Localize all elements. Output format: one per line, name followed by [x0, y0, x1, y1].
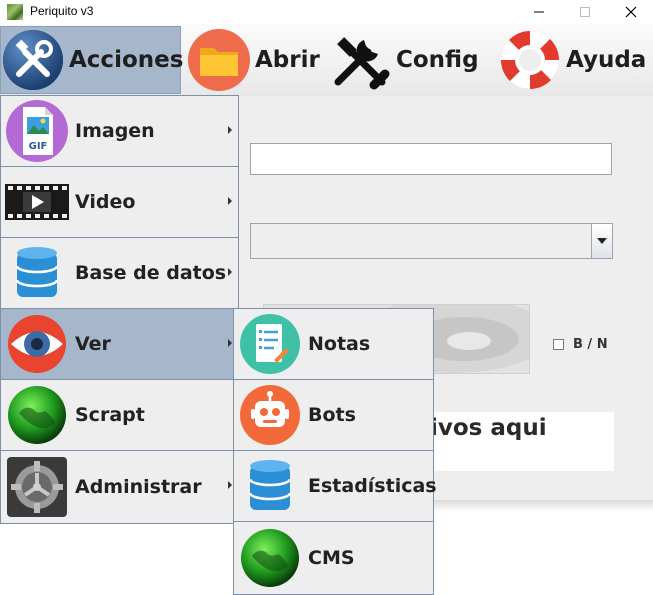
notes-icon: [240, 314, 300, 374]
lifebuoy-icon: [501, 31, 559, 89]
submenu-item-cms[interactable]: CMS: [234, 522, 433, 593]
acciones-menu: GIF Imagen Video Base de datos Ver Scrap…: [0, 95, 239, 524]
menu-acciones-label: Acciones: [69, 47, 184, 73]
submenu-item-estadisticas-label: Estadísticas: [308, 475, 437, 497]
submenu-item-cms-label: CMS: [308, 546, 355, 569]
bn-checkbox[interactable]: [553, 339, 564, 350]
menu-config[interactable]: Config: [328, 26, 479, 94]
menu-item-ver-label: Ver: [75, 333, 111, 355]
close-icon: [625, 6, 637, 18]
menu-item-ver[interactable]: Ver: [1, 309, 238, 380]
window-title: Periquito v3: [30, 4, 94, 18]
green-globe-icon: [241, 528, 299, 587]
ver-submenu: Notas Bots Estadísticas CMS: [233, 308, 437, 595]
submenu-item-bots[interactable]: Bots: [234, 380, 433, 451]
menu-item-imagen-label: Imagen: [75, 120, 155, 142]
title-bar: Periquito v3: [0, 0, 653, 24]
submenu-arrow-icon: [228, 197, 232, 205]
app-icon: [7, 4, 23, 20]
menu-item-video-label: Video: [75, 191, 136, 213]
submenu-item-notas-label: Notas: [308, 333, 371, 355]
submenu-item-notas[interactable]: Notas: [234, 309, 433, 380]
text-input[interactable]: [250, 143, 612, 175]
menu-bar: Acciones Abrir Config Ayuda: [0, 24, 653, 97]
submenu-arrow-icon: [228, 339, 232, 347]
menu-item-base-de-datos-label: Base de datos: [75, 262, 227, 284]
tools-icon: [3, 30, 63, 90]
combo-box[interactable]: [250, 223, 613, 259]
submenu-arrow-icon: [228, 268, 232, 276]
menu-item-imagen[interactable]: GIF Imagen: [1, 96, 238, 167]
menu-item-scrapt[interactable]: Scrapt: [1, 380, 238, 451]
robot-icon: [240, 385, 300, 445]
bn-label: B / N: [573, 337, 608, 352]
menu-ayuda-label: Ayuda: [566, 47, 647, 73]
maximize-button[interactable]: [562, 0, 608, 24]
maximize-icon: [580, 7, 590, 17]
submenu-item-bots-label: Bots: [308, 404, 356, 426]
submenu-arrow-icon: [228, 481, 232, 489]
film-play-icon: [5, 184, 69, 220]
menu-item-administrar[interactable]: Administrar: [1, 451, 238, 522]
menu-abrir-label: Abrir: [255, 47, 320, 73]
menu-item-video[interactable]: Video: [1, 167, 238, 238]
combo-dropdown-button[interactable]: [591, 224, 612, 258]
svg-text:GIF: GIF: [29, 141, 48, 152]
green-globe-icon: [8, 386, 66, 444]
menu-item-base-de-datos[interactable]: Base de datos: [1, 238, 238, 309]
menu-acciones[interactable]: Acciones: [0, 26, 184, 94]
menu-ayuda[interactable]: Ayuda: [498, 26, 646, 94]
database-icon: [248, 460, 292, 510]
eye-icon: [8, 315, 66, 373]
minimize-button[interactable]: [516, 0, 562, 24]
menu-item-administrar-label: Administrar: [75, 475, 202, 498]
menu-abrir[interactable]: Abrir: [187, 26, 320, 94]
submenu-item-estadisticas[interactable]: Estadísticas: [234, 451, 437, 522]
database-icon: [15, 247, 59, 297]
menu-item-scrapt-label: Scrapt: [75, 404, 145, 426]
gear-icon: [7, 456, 67, 517]
folder-icon: [188, 29, 250, 91]
close-button[interactable]: [608, 0, 653, 24]
minimize-icon: [534, 11, 544, 13]
menu-config-label: Config: [396, 47, 479, 73]
chevron-down-icon: [597, 238, 607, 244]
gif-image-icon: GIF: [6, 100, 68, 162]
wrench-screwdriver-icon: [334, 37, 390, 90]
submenu-arrow-icon: [228, 126, 232, 134]
